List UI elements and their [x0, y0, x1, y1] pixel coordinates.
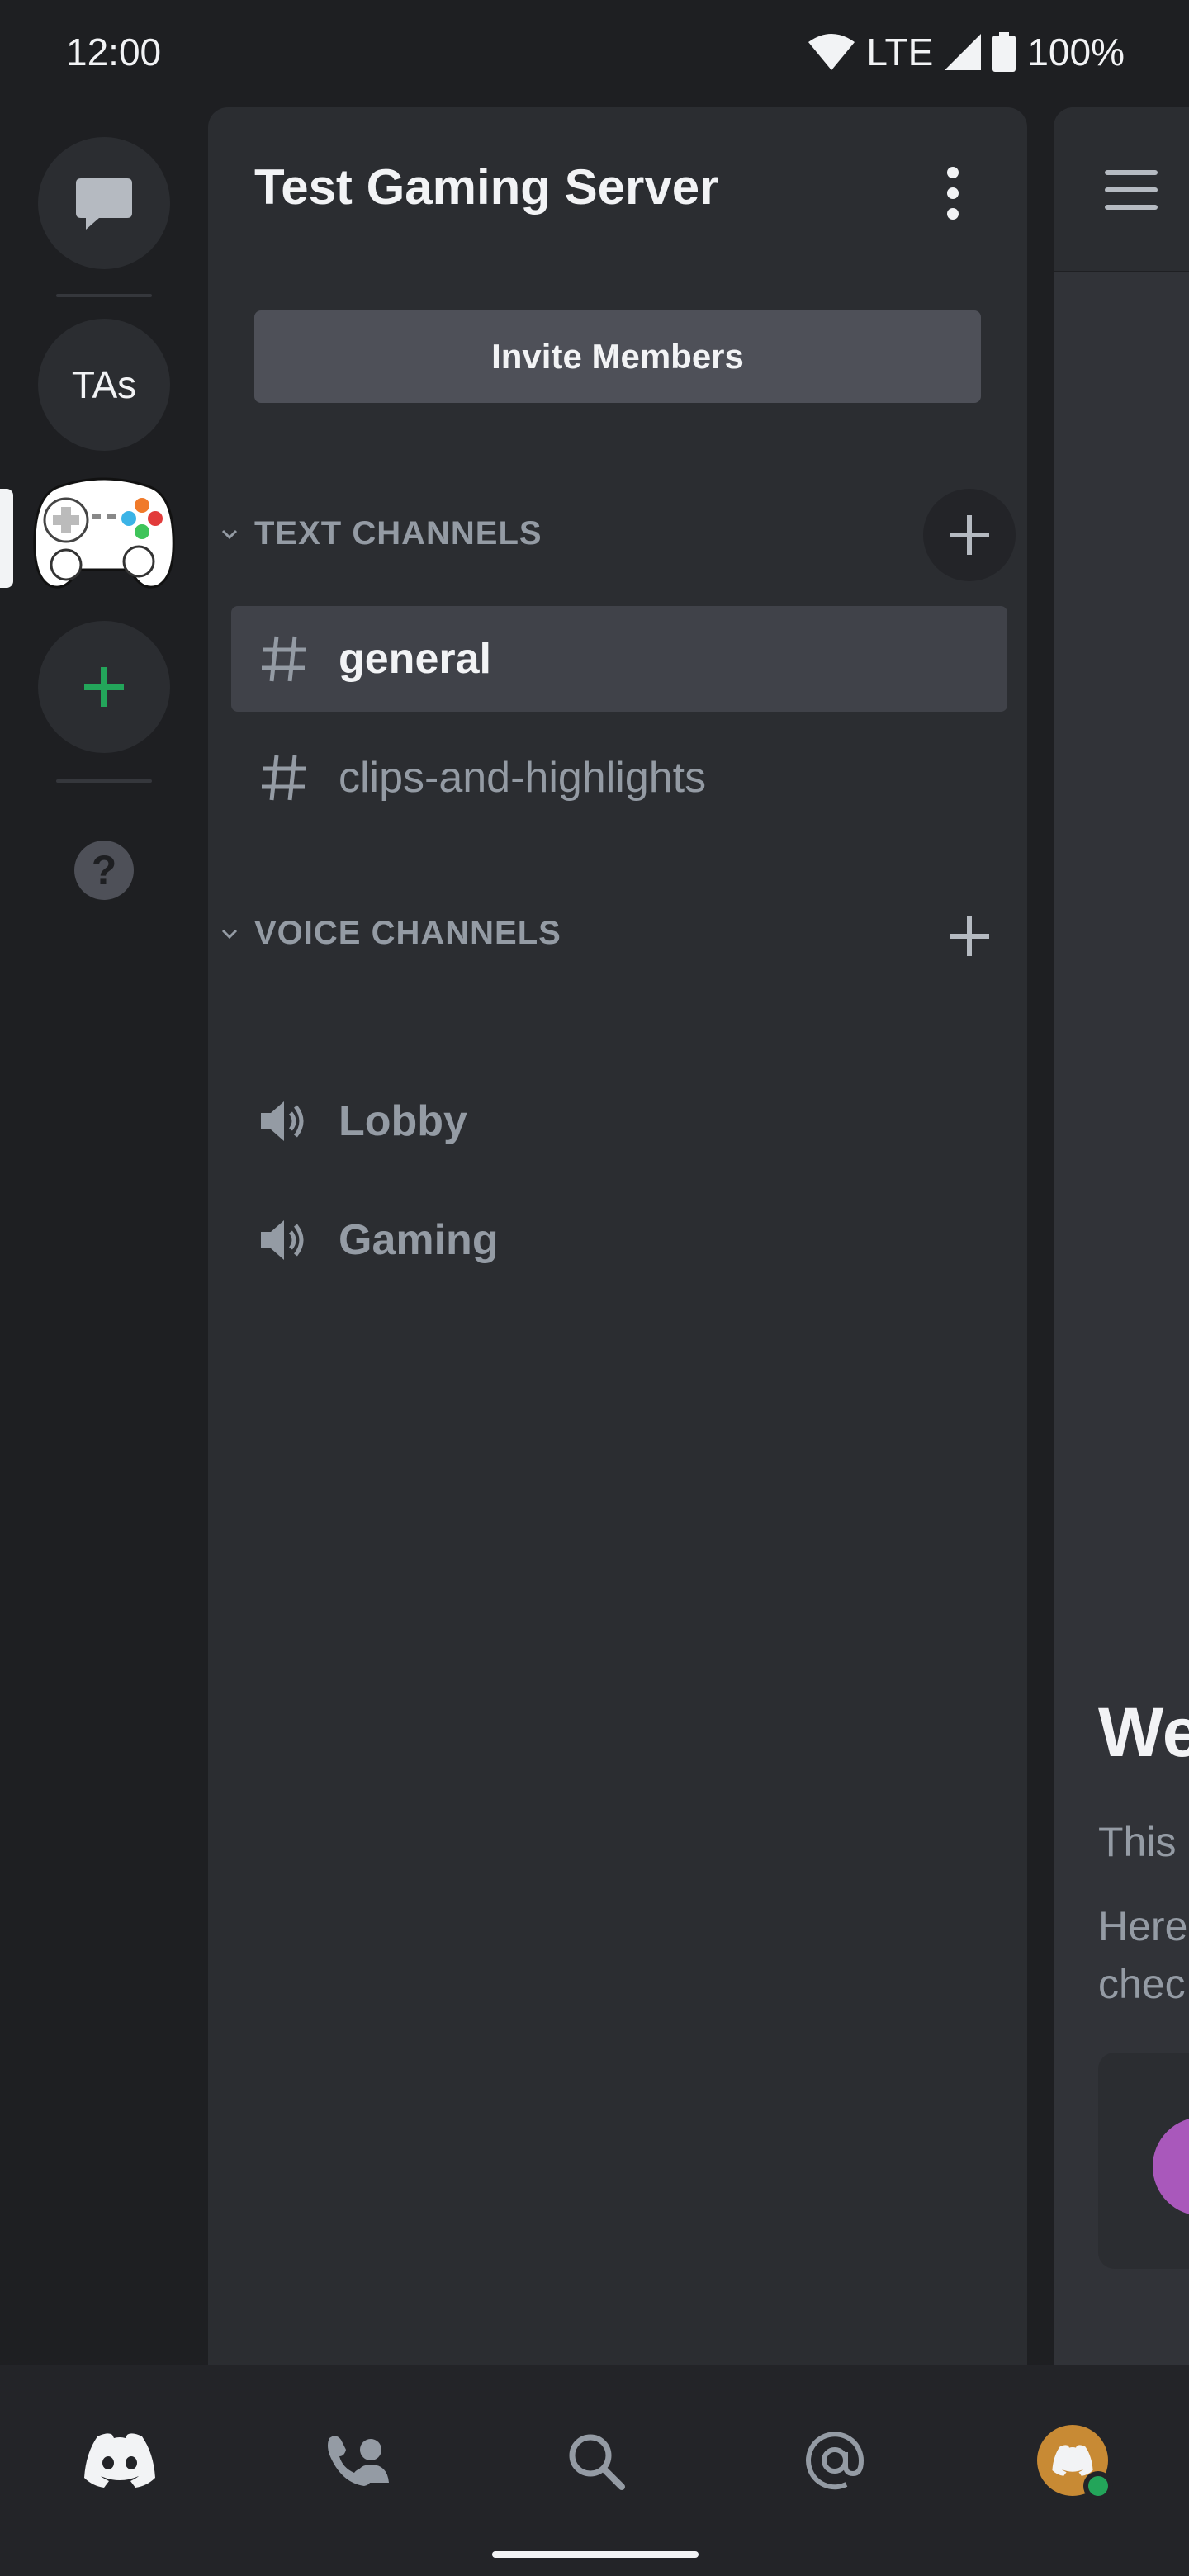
- search-icon: [569, 2434, 625, 2490]
- avatar: [1037, 2425, 1113, 2501]
- speaker-icon: [258, 1095, 310, 1148]
- category-text-channels[interactable]: TEXT CHANNELS: [221, 515, 542, 552]
- wifi-icon: [808, 34, 855, 70]
- hamburger-menu-icon[interactable]: [1105, 170, 1158, 210]
- welcome-heading: We: [1098, 1693, 1189, 1771]
- plus-icon: [84, 667, 124, 707]
- voice-channel-gaming[interactable]: Gaming: [231, 1187, 1007, 1293]
- bottom-navigation: [0, 2365, 1189, 2576]
- nav-profile[interactable]: [1027, 2415, 1118, 2506]
- more-options-icon[interactable]: [930, 162, 976, 225]
- battery-label: 100%: [1027, 31, 1125, 73]
- server-tas-button[interactable]: TAs: [38, 319, 170, 451]
- channel-name: Lobby: [339, 1097, 467, 1145]
- server-tas-label: TAs: [71, 363, 137, 406]
- chat-peek-panel[interactable]: We This Here chec: [1054, 107, 1189, 2365]
- add-text-channel-button[interactable]: [923, 489, 1016, 581]
- plus-icon: [950, 515, 989, 555]
- welcome-subtitle: This: [1098, 1819, 1177, 1865]
- voice-channel-lobby[interactable]: Lobby: [231, 1068, 1007, 1174]
- nav-home[interactable]: [74, 2415, 165, 2506]
- channel-name: general: [339, 635, 491, 683]
- server-name[interactable]: Test Gaming Server: [254, 159, 718, 215]
- mention-icon: [806, 2432, 865, 2490]
- help-button[interactable]: ?: [74, 841, 134, 900]
- discord-home-icon: [84, 2433, 155, 2488]
- add-voice-channel-button[interactable]: [923, 890, 1016, 983]
- channel-clips-and-highlights[interactable]: clips-and-highlights: [231, 725, 1007, 831]
- plus-icon: [950, 916, 989, 956]
- chat-bubble-icon: [76, 178, 132, 230]
- chat-header: [1054, 107, 1189, 272]
- question-icon: ?: [91, 847, 117, 893]
- nav-mentions[interactable]: [789, 2415, 880, 2506]
- battery-icon: [992, 32, 1016, 72]
- status-time: 12:00: [66, 31, 162, 73]
- speaker-icon: [258, 1214, 310, 1267]
- selected-server-indicator: [0, 489, 13, 588]
- friends-icon: [328, 2436, 389, 2486]
- channel-name: Gaming: [339, 1216, 499, 1264]
- rail-separator: [56, 294, 152, 297]
- chevron-down-icon: [221, 929, 238, 939]
- hash-icon: [258, 751, 310, 804]
- rail-separator: [56, 779, 152, 783]
- status-bar: 12:00 LTE 100%: [0, 0, 1189, 107]
- gamepad-server-icon[interactable]: [33, 471, 175, 603]
- add-server-button[interactable]: [38, 621, 170, 753]
- welcome-text-line: Here: [1098, 1903, 1188, 1949]
- category-label: TEXT CHANNELS: [254, 515, 542, 552]
- online-status-indicator: [1083, 2471, 1113, 2501]
- signal-icon: [945, 34, 982, 70]
- chevron-down-icon: [221, 529, 238, 539]
- server-rail: TAs ?: [0, 107, 208, 2365]
- invite-members-button[interactable]: Invite Members: [254, 310, 981, 403]
- home-indicator[interactable]: [492, 2551, 699, 2558]
- direct-messages-button[interactable]: [38, 137, 170, 269]
- status-indicators: LTE 100%: [808, 30, 1125, 74]
- network-label: LTE: [866, 31, 934, 73]
- nav-friends[interactable]: [312, 2415, 403, 2506]
- channel-general[interactable]: general: [231, 606, 1007, 712]
- welcome-text-line: chec: [1098, 1961, 1186, 2007]
- hash-icon: [258, 632, 310, 685]
- channel-name: clips-and-highlights: [339, 754, 707, 802]
- channel-panel: Test Gaming Server Invite Members TEXT C…: [208, 107, 1027, 2365]
- category-label: VOICE CHANNELS: [254, 915, 561, 951]
- category-voice-channels[interactable]: VOICE CHANNELS: [221, 915, 561, 952]
- nav-search[interactable]: [550, 2415, 641, 2506]
